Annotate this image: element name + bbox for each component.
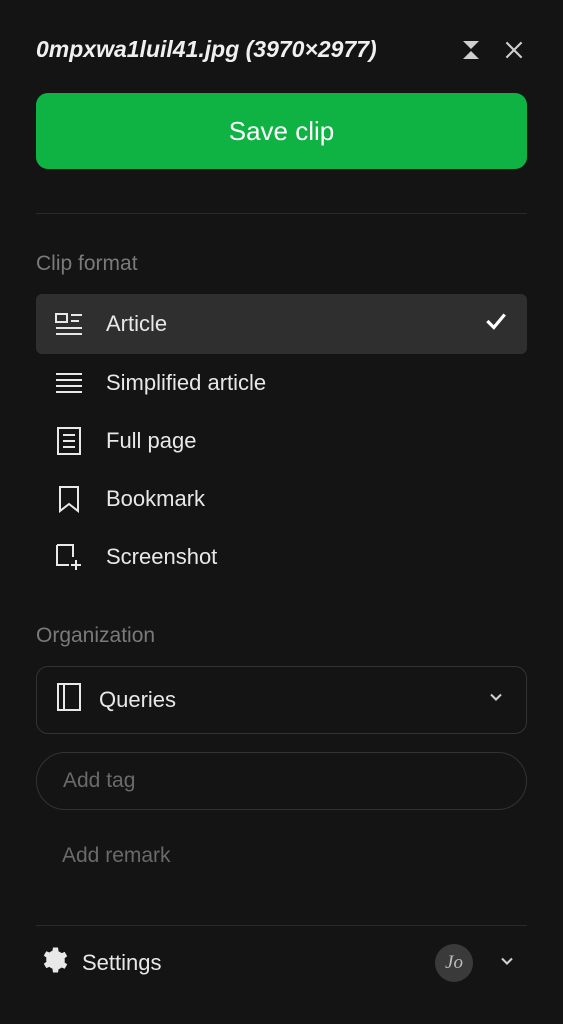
format-option-simplified-article[interactable]: Simplified article (36, 354, 527, 412)
bookmark-icon (54, 484, 84, 514)
format-option-label: Full page (106, 428, 509, 454)
tag-input-wrap[interactable] (36, 752, 527, 810)
clip-format-heading: Clip format (36, 252, 527, 276)
format-option-full-page[interactable]: Full page (36, 412, 527, 470)
check-icon (483, 308, 509, 340)
notebook-label: Queries (99, 687, 468, 713)
notebook-selector[interactable]: Queries (36, 666, 527, 734)
format-option-label: Screenshot (106, 544, 509, 570)
settings-label: Settings (82, 950, 162, 976)
tag-input[interactable] (63, 769, 500, 793)
format-option-label: Article (106, 311, 461, 337)
hourglass-icon[interactable] (459, 38, 483, 62)
chevron-down-icon (486, 687, 506, 713)
settings-button[interactable]: Settings (38, 945, 419, 981)
account-chevron-down-icon[interactable] (489, 947, 525, 980)
article-icon (54, 309, 84, 339)
clip-format-list: Article Simplified article Full pag (36, 294, 527, 586)
add-remark-button[interactable]: Add remark (36, 840, 527, 872)
full-page-icon (54, 426, 84, 456)
format-option-label: Simplified article (106, 370, 509, 396)
organization-heading: Organization (36, 624, 527, 648)
footer-divider (36, 925, 527, 926)
simplified-article-icon (54, 368, 84, 398)
close-icon[interactable] (501, 37, 527, 63)
format-option-screenshot[interactable]: Screenshot (36, 528, 527, 586)
notebook-icon (57, 683, 81, 717)
divider (36, 213, 527, 214)
format-option-bookmark[interactable]: Bookmark (36, 470, 527, 528)
format-option-label: Bookmark (106, 486, 509, 512)
page-title: 0mpxwa1luil41.jpg (3970×2977) (36, 36, 459, 63)
save-clip-button[interactable]: Save clip (36, 93, 527, 169)
format-option-article[interactable]: Article (36, 294, 527, 354)
avatar[interactable]: Jo (435, 944, 473, 982)
gear-icon (38, 945, 68, 981)
screenshot-icon (54, 542, 84, 572)
